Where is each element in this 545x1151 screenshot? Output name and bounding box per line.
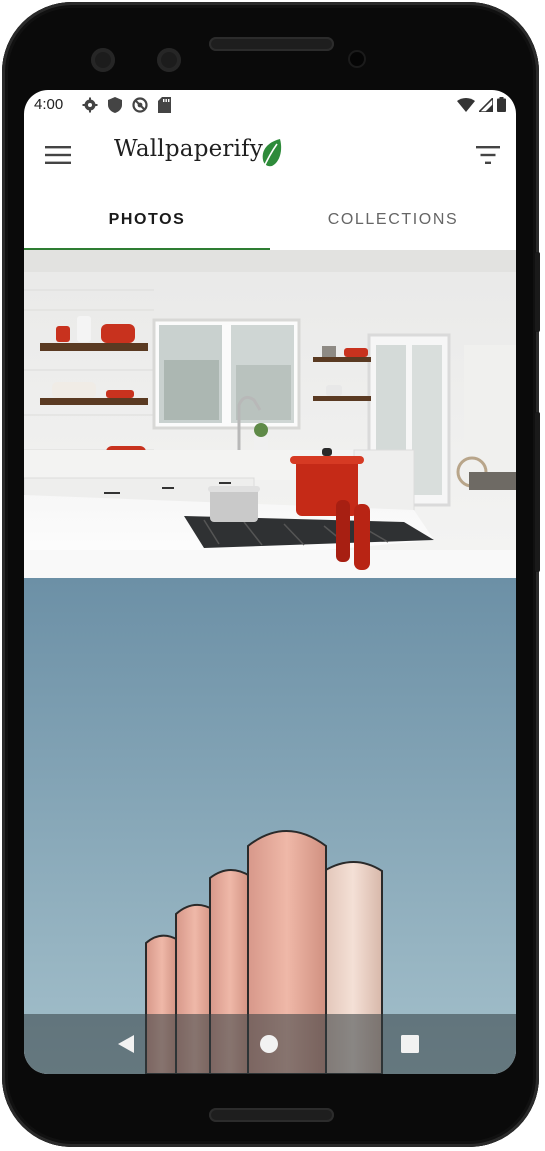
screen: 4:00 Wallpaperify PHOTOS COLLECTIONS: [24, 90, 516, 1074]
filter-button[interactable]: [470, 140, 506, 170]
hamburger-menu-icon: [45, 146, 71, 164]
wifi-icon: [457, 97, 475, 112]
tab-collections[interactable]: COLLECTIONS: [270, 190, 516, 250]
battery-icon: [497, 97, 506, 112]
do-not-disturb-icon: [132, 97, 148, 113]
app-logo: [260, 138, 284, 175]
nav-home-button[interactable]: [249, 1029, 289, 1059]
photo-card-silos[interactable]: [24, 578, 516, 1074]
system-nav-bar: [24, 1014, 516, 1074]
shield-icon: [108, 97, 122, 113]
sd-card-icon: [158, 97, 171, 113]
earpiece-speaker: [209, 37, 334, 51]
photo-card-kitchen[interactable]: [24, 250, 516, 578]
gear-icon: [82, 97, 98, 113]
cell-signal-icon: [479, 97, 493, 112]
app-bar: Wallpaperify: [24, 120, 516, 190]
leaf-icon: [262, 139, 282, 170]
filter-icon: [476, 146, 500, 164]
status-bar: 4:00: [24, 90, 516, 120]
app-title: Wallpaperify: [114, 136, 264, 162]
proximity-sensor: [350, 52, 364, 66]
front-camera-secondary: [157, 48, 181, 72]
status-time: 4:00: [34, 96, 64, 113]
nav-back-button[interactable]: [106, 1029, 146, 1059]
back-icon: [118, 1035, 134, 1053]
power-button: [535, 252, 540, 332]
tab-bar: PHOTOS COLLECTIONS: [24, 190, 516, 251]
nav-recents-button[interactable]: [390, 1029, 430, 1059]
bottom-speaker: [209, 1108, 334, 1122]
menu-button[interactable]: [40, 140, 76, 170]
recents-icon: [401, 1035, 419, 1053]
volume-button: [535, 412, 540, 572]
front-camera: [91, 48, 115, 72]
home-icon: [260, 1035, 278, 1053]
kitchen-photo: [24, 250, 516, 578]
tab-photos[interactable]: PHOTOS: [24, 190, 270, 250]
silos-photo: [24, 578, 516, 1074]
